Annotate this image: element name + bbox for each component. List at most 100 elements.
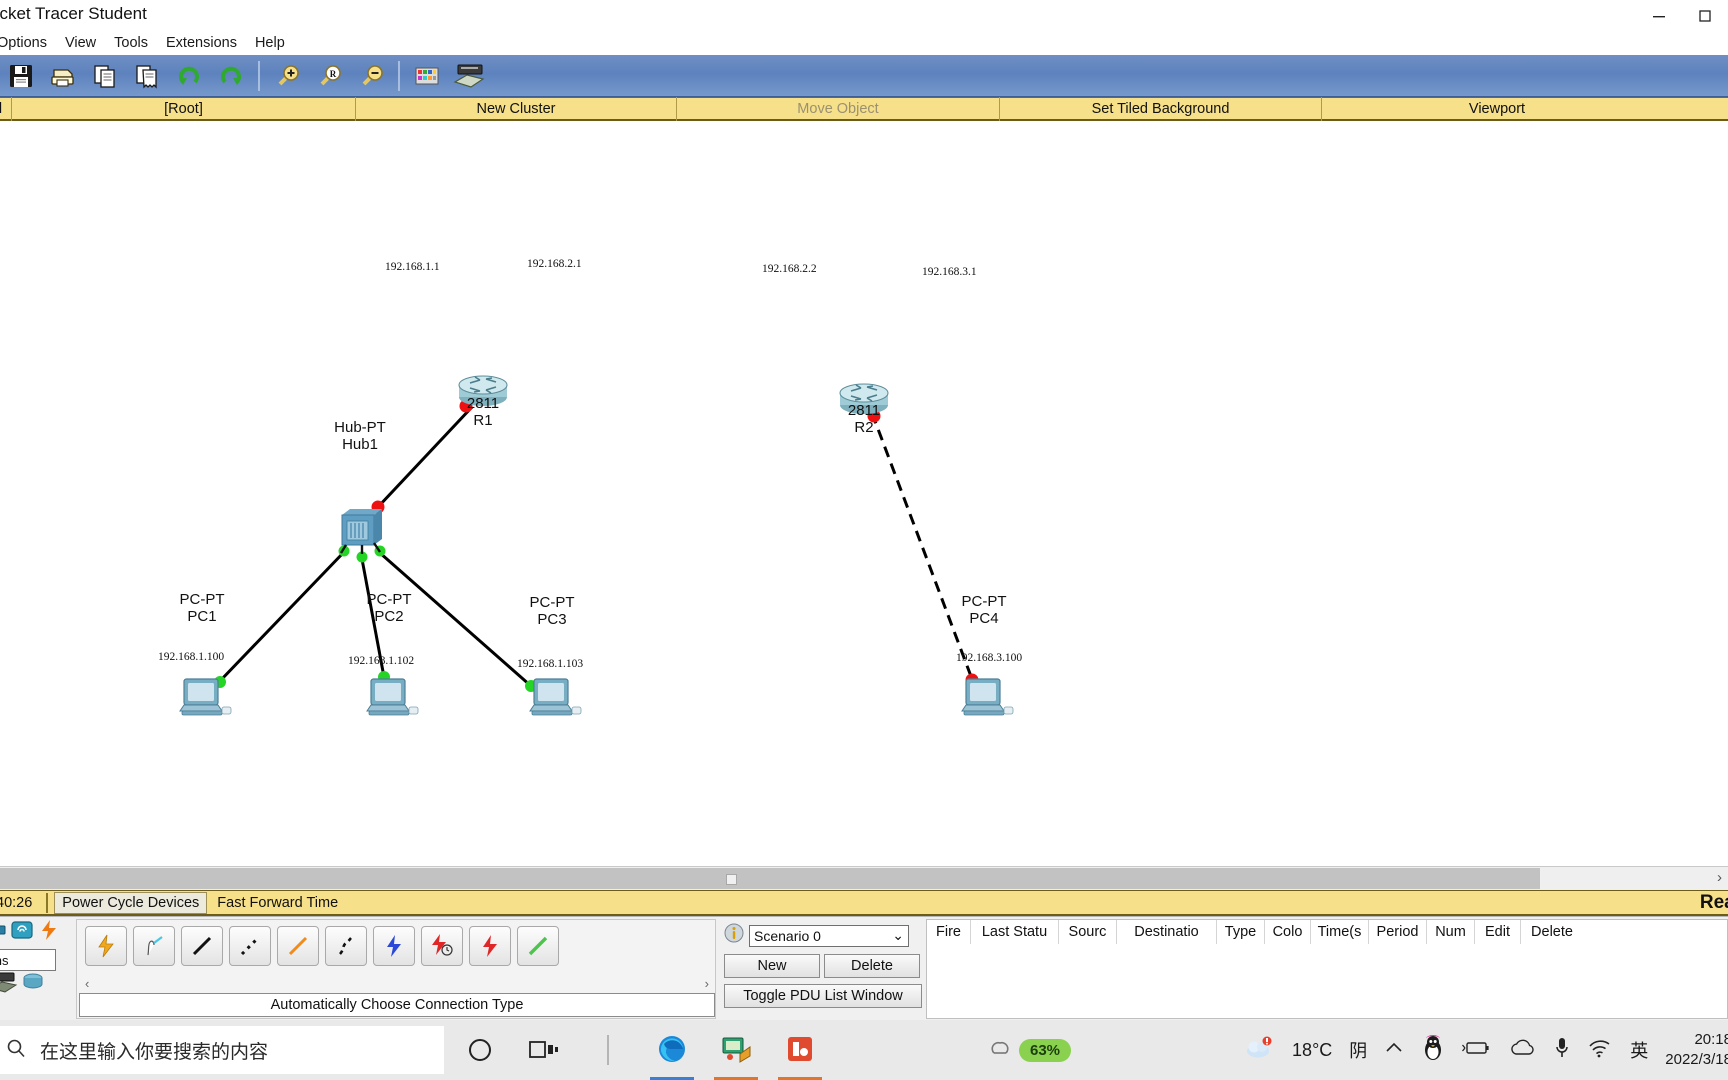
scroll-right-arrow[interactable]: › <box>1717 869 1722 886</box>
menu-extensions[interactable]: Extensions <box>157 35 246 51</box>
device-label-pc3[interactable]: PC-PT PC3 <box>512 594 592 628</box>
move-object-button[interactable]: Move Object <box>677 96 1000 121</box>
octal-connection-icon[interactable] <box>517 926 559 966</box>
realtime-mode-label[interactable]: Real <box>1700 892 1728 914</box>
onedrive-icon[interactable] <box>1509 1039 1537 1062</box>
menu-help[interactable]: Help <box>246 35 294 51</box>
scenario-delete-button[interactable]: Delete <box>824 954 920 978</box>
pdu-col-color[interactable]: Colo <box>1265 920 1311 944</box>
toolbar-separator-2 <box>398 60 400 91</box>
wireless-device-icon[interactable] <box>10 919 34 946</box>
fiber-connection-icon[interactable] <box>277 926 319 966</box>
device-label-pc2[interactable]: PC-PT PC2 <box>349 591 429 625</box>
serial-dce-icon[interactable] <box>421 926 463 966</box>
taskbar-clock[interactable]: 20:18 2022/3/18 <box>1665 1030 1728 1070</box>
scrollbar-grip[interactable] <box>726 874 737 885</box>
ime-language-indicator[interactable]: 英 <box>1630 1037 1648 1063</box>
logical-mode-label[interactable]: al <box>0 96 12 121</box>
switch-device-icon[interactable] <box>0 922 6 943</box>
device-label-r1[interactable]: 2811 R1 <box>443 395 523 429</box>
set-tiled-background-button[interactable]: Set Tiled Background <box>1000 96 1322 121</box>
coaxial-connection-icon[interactable] <box>373 926 415 966</box>
console-connection-icon[interactable] <box>133 926 175 966</box>
search-input[interactable]: 在这里输入你要搜索的内容 <box>0 1026 444 1074</box>
qq-icon[interactable] <box>1421 1034 1445 1066</box>
maximize-icon[interactable] <box>1682 0 1728 32</box>
packet-tracer-icon[interactable] <box>714 1020 758 1080</box>
auto-connection-icon[interactable] <box>85 926 127 966</box>
media-app-icon[interactable] <box>778 1020 822 1080</box>
connections-device-icon[interactable] <box>38 919 60 946</box>
cortana-icon[interactable] <box>458 1020 502 1080</box>
device-label-pc4[interactable]: PC-PT PC4 <box>944 593 1024 627</box>
pdu-col-num[interactable]: Num <box>1427 920 1475 944</box>
connection-scroll-controls[interactable]: ‹ › <box>79 974 715 992</box>
viewport-button[interactable]: Viewport <box>1322 97 1672 121</box>
menu-tools[interactable]: Tools <box>105 35 157 51</box>
copy-icon[interactable] <box>84 56 126 96</box>
root-cluster-button[interactable]: [Root] <box>12 96 356 121</box>
battery-widget[interactable]: 63% <box>988 1034 1084 1066</box>
print-icon[interactable] <box>42 56 84 96</box>
paste-icon[interactable] <box>126 56 168 96</box>
redo-icon[interactable] <box>210 56 252 96</box>
workspace-horizontal-scrollbar[interactable]: › <box>0 866 1728 890</box>
scroll-right-arrow-conn[interactable]: › <box>705 976 709 991</box>
new-cluster-button[interactable]: New Cluster <box>356 96 677 121</box>
zoom-reset-icon[interactable]: R <box>308 56 350 96</box>
zoom-in-icon[interactable] <box>266 56 308 96</box>
hub-device-icon[interactable] <box>22 971 44 998</box>
chevron-up-icon[interactable] <box>1384 1040 1404 1061</box>
phone-connection-icon[interactable] <box>325 926 367 966</box>
undo-icon[interactable] <box>168 56 210 96</box>
pdu-col-time[interactable]: Time(s <box>1311 920 1369 944</box>
pdu-col-fire[interactable]: Fire <box>927 920 971 944</box>
device-label-pc1[interactable]: PC-PT PC1 <box>162 591 242 625</box>
device-type-row-2 <box>0 971 60 997</box>
pdu-col-type[interactable]: Type <box>1217 920 1265 944</box>
title-bar: acket Tracer Student <box>0 0 1728 32</box>
custom-devices-icon[interactable] <box>448 56 490 96</box>
scenario-selector[interactable]: Scenario 0 ⌄ <box>749 924 909 947</box>
menu-view[interactable]: View <box>56 35 105 51</box>
device-label-r2[interactable]: 2811 R2 <box>824 402 904 436</box>
pdu-col-source[interactable]: Sourc <box>1059 920 1117 944</box>
device-type-box[interactable]: tions <box>0 919 60 1019</box>
device-model-hub1: Hub-PT <box>334 419 386 436</box>
palette-icon[interactable] <box>406 56 448 96</box>
microphone-icon[interactable] <box>1554 1036 1570 1065</box>
minimize-icon[interactable] <box>1636 0 1682 32</box>
info-icon[interactable] <box>724 923 744 948</box>
pdu-col-last-status[interactable]: Last Statu <box>971 920 1059 944</box>
copper-crossover-icon[interactable] <box>229 926 271 966</box>
ip-label-pc2: 192.168.1.102 <box>348 655 415 667</box>
power-cycle-devices-button[interactable]: Power Cycle Devices <box>54 891 208 914</box>
pdu-col-destination[interactable]: Destinatio <box>1117 920 1217 944</box>
router-device-icon[interactable] <box>0 971 18 998</box>
scroll-left-arrow[interactable]: ‹ <box>85 976 89 991</box>
copper-straight-icon[interactable] <box>181 926 223 966</box>
logical-workspace[interactable]: 2811 R1 2811 R2 Hub-PT Hub1 PC-PT PC1 PC… <box>0 121 1728 866</box>
scenario-new-button[interactable]: New <box>724 954 820 978</box>
battery-icon[interactable] <box>1462 1039 1492 1062</box>
pdu-col-delete[interactable]: Delete <box>1521 920 1583 944</box>
edge-icon[interactable] <box>650 1020 694 1080</box>
zoom-out-icon[interactable] <box>350 56 392 96</box>
device-label-hub1[interactable]: Hub-PT Hub1 <box>310 419 410 453</box>
pdu-col-period[interactable]: Period <box>1369 920 1427 944</box>
chevron-down-icon[interactable]: ⌄ <box>892 927 904 944</box>
weather-cloud-icon[interactable] <box>1245 1035 1275 1066</box>
scrollbar-thumb[interactable] <box>0 868 1540 889</box>
pdu-list-table[interactable]: Fire Last Statu Sourc Destinatio Type Co… <box>926 919 1728 1019</box>
toggle-pdu-list-window-button[interactable]: Toggle PDU List Window <box>724 984 922 1008</box>
cluster-bar: al [Root] New Cluster Move Object Set Ti… <box>0 96 1728 121</box>
serial-dte-icon[interactable] <box>469 926 511 966</box>
topology-canvas[interactable] <box>0 121 1728 866</box>
device-category-selector[interactable]: tions <box>0 949 56 971</box>
save-icon[interactable] <box>0 56 42 96</box>
wifi-icon[interactable] <box>1587 1038 1613 1063</box>
pdu-col-edit[interactable]: Edit <box>1475 920 1521 944</box>
fast-forward-time-button[interactable]: Fast Forward Time <box>211 895 344 911</box>
task-view-icon[interactable] <box>522 1020 566 1080</box>
menu-options[interactable]: Options <box>0 35 56 51</box>
